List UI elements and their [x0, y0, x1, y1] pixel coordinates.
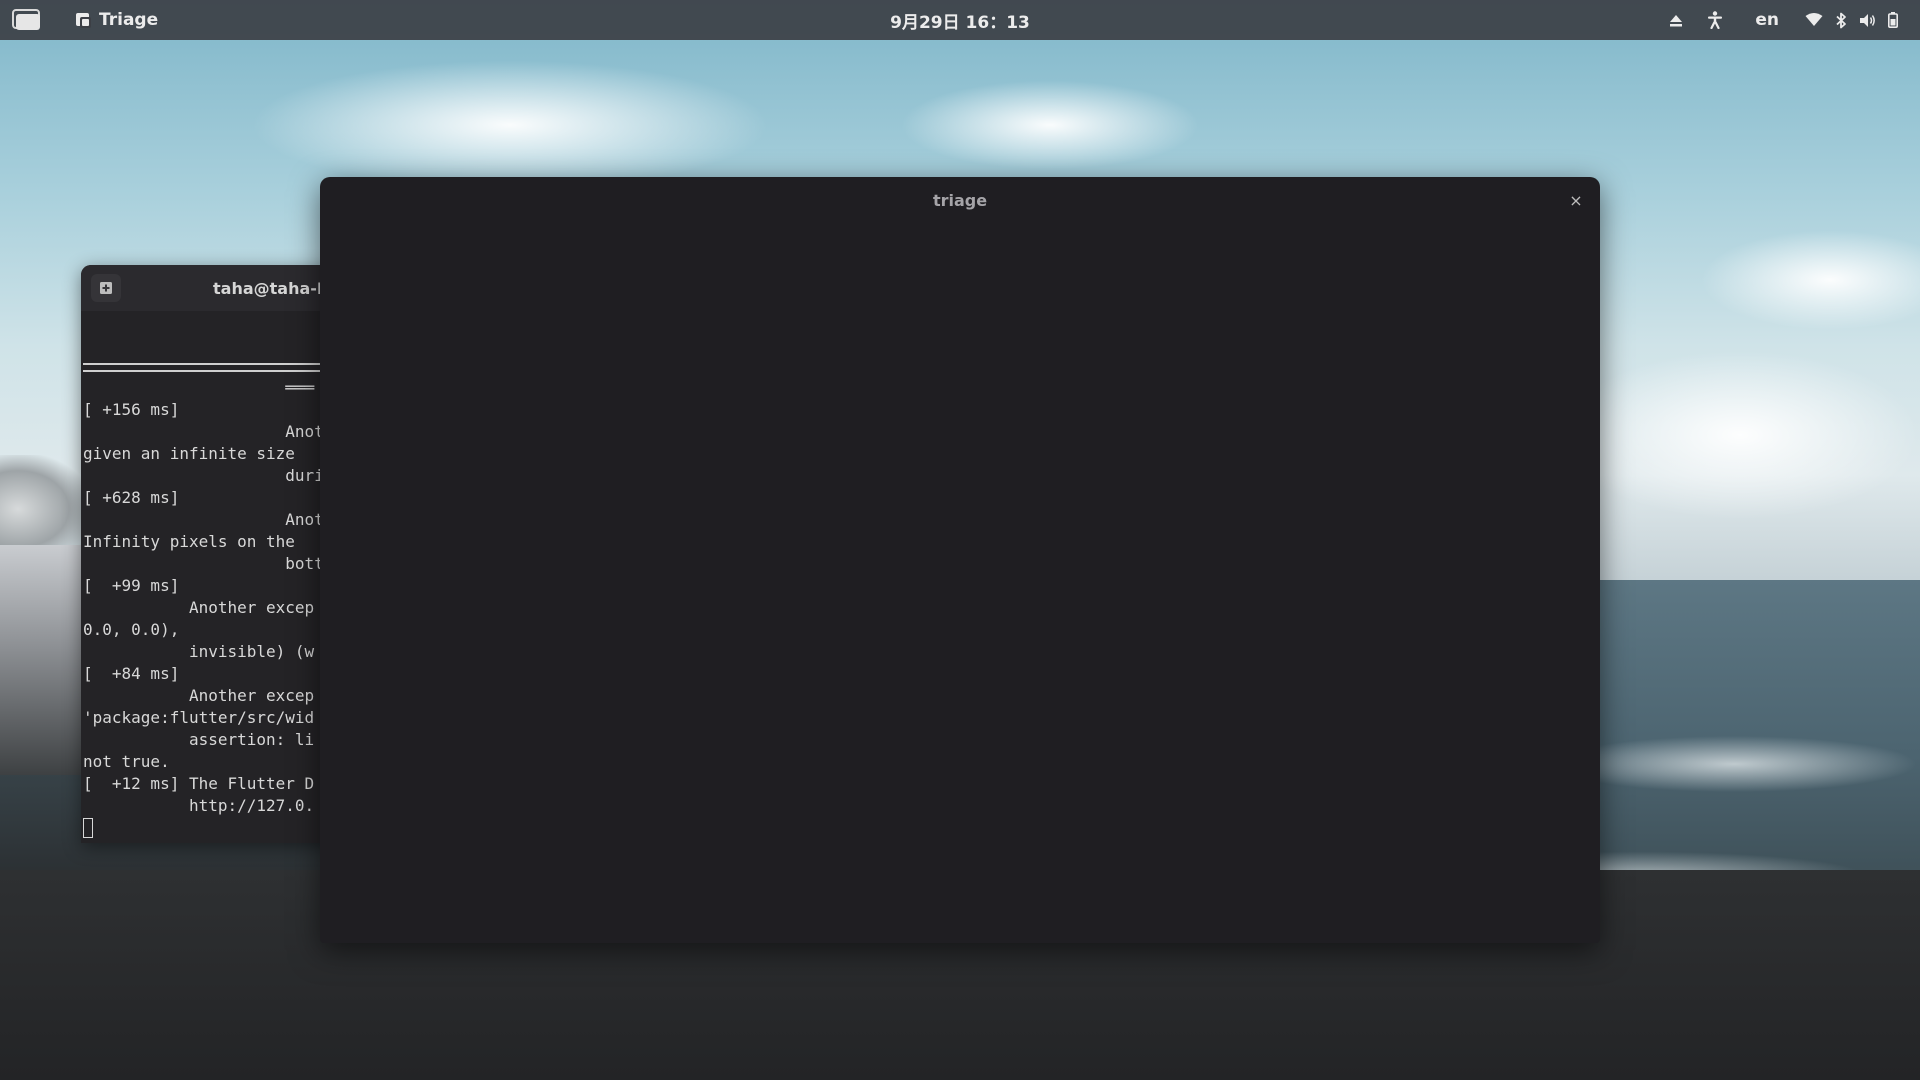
new-tab-button[interactable]: [91, 274, 121, 302]
window-stack-icon: [12, 9, 40, 30]
terminal-title: taha@taha-L: [213, 278, 328, 298]
wifi-icon: [1805, 13, 1823, 26]
accessibility-icon: [1708, 11, 1723, 29]
wallpaper-shore: [0, 545, 90, 775]
new-tab-icon: [100, 282, 112, 294]
dialog-content-area: [320, 223, 1600, 943]
dialog-title: triage: [932, 190, 988, 210]
wifi-indicator[interactable]: [1797, 0, 1831, 40]
volume-icon: [1860, 13, 1875, 27]
battery-icon: [1888, 12, 1898, 28]
keyboard-layout[interactable]: en: [1739, 0, 1797, 40]
wallpaper-cloud: [1700, 230, 1920, 330]
close-icon: ×: [1569, 190, 1583, 210]
app-name: Triage: [99, 10, 159, 30]
app-menu[interactable]: Triage: [76, 0, 158, 40]
battery-indicator[interactable]: [1884, 0, 1902, 40]
clock[interactable]: 9月29日 16：13: [890, 8, 1030, 33]
eject-button[interactable]: [1661, 0, 1691, 40]
eject-icon: [1670, 14, 1683, 26]
volume-indicator[interactable]: [1851, 0, 1884, 40]
top-bar: Triage 9月29日 16：13 en: [0, 0, 1920, 40]
wallpaper-cloud: [250, 60, 770, 190]
bluetooth-indicator[interactable]: [1831, 0, 1851, 40]
accessibility-button[interactable]: [1691, 0, 1739, 40]
activities-button[interactable]: [12, 9, 42, 31]
wallpaper-cloud: [900, 80, 1200, 170]
triage-dialog[interactable]: triage ×: [320, 177, 1600, 943]
system-tray[interactable]: en: [1661, 0, 1902, 40]
bluetooth-icon: [1836, 12, 1846, 28]
triage-app-icon: [76, 12, 91, 28]
close-button[interactable]: ×: [1564, 188, 1588, 212]
terminal-cursor: [83, 818, 93, 838]
wallpaper-hill: [0, 455, 90, 545]
wallpaper-cloud: [1560, 350, 1920, 520]
